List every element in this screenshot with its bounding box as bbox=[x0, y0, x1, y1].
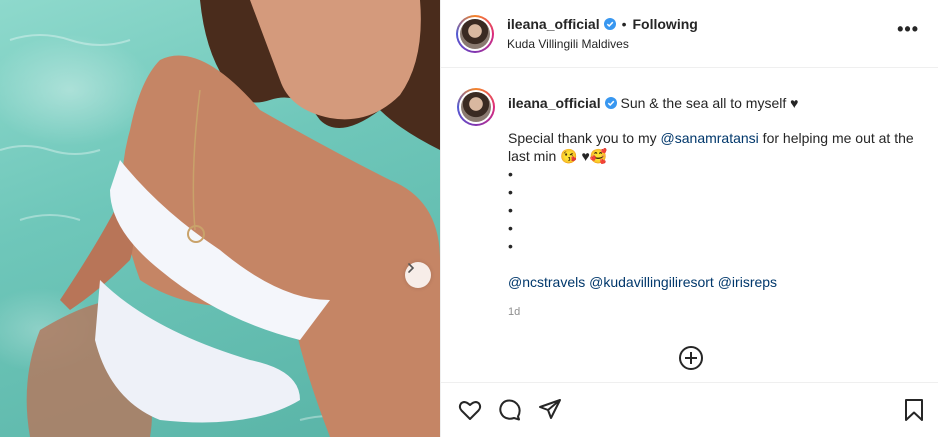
bullet: • bbox=[508, 202, 513, 218]
more-options-button[interactable]: ••• bbox=[897, 20, 919, 38]
caption-avatar[interactable] bbox=[457, 88, 495, 126]
caption-bullets: • • • • • bbox=[508, 165, 928, 255]
plus-circle-icon[interactable] bbox=[678, 345, 704, 371]
post-actions bbox=[441, 382, 938, 437]
location-link[interactable]: Kuda Villingili Maldives bbox=[507, 37, 629, 51]
mention-irisreps[interactable]: @irisreps bbox=[718, 274, 777, 290]
next-photo-button[interactable] bbox=[405, 262, 431, 288]
mention-sanamratansi[interactable]: @sanamratansi bbox=[661, 130, 759, 146]
bullet: • bbox=[508, 184, 513, 200]
mention-ncstravels[interactable]: @ncstravels bbox=[508, 274, 585, 290]
avatar[interactable] bbox=[456, 15, 494, 53]
comment-icon[interactable] bbox=[497, 397, 523, 423]
bullet: • bbox=[508, 166, 513, 182]
post-photo bbox=[0, 0, 440, 437]
photo-illustration bbox=[0, 0, 440, 437]
caption-text: ileana_official Sun & the sea all to mys… bbox=[508, 94, 928, 291]
caption-line-2-prefix: Special thank you to my bbox=[508, 130, 661, 146]
caption-username[interactable]: ileana_official bbox=[508, 95, 601, 111]
verified-badge-icon bbox=[603, 18, 616, 30]
bullet: • bbox=[508, 220, 513, 236]
following-button[interactable]: Following bbox=[633, 16, 698, 32]
separator-dot: • bbox=[621, 16, 627, 32]
verified-badge-icon bbox=[604, 97, 617, 109]
caption-tags: @ncstravels @kudavillingiliresort @irisr… bbox=[508, 273, 928, 291]
header-username[interactable]: ileana_official bbox=[507, 16, 600, 32]
paper-plane-icon[interactable] bbox=[537, 397, 563, 423]
post-header: ileana_official • Following Kuda Villingil… bbox=[441, 0, 938, 68]
chevron-right-icon bbox=[408, 263, 415, 273]
post-timestamp[interactable]: 1d bbox=[508, 306, 520, 318]
bookmark-icon[interactable] bbox=[901, 397, 927, 423]
heart-icon[interactable] bbox=[457, 397, 483, 423]
post-panel: ileana_official • Following Kuda Villingil… bbox=[440, 0, 938, 437]
mention-kudavillingiliresort[interactable]: @kudavillingiliresort bbox=[589, 274, 714, 290]
bullet: • bbox=[508, 238, 513, 254]
caption-line-1: Sun & the sea all to myself ♥ bbox=[620, 95, 799, 111]
